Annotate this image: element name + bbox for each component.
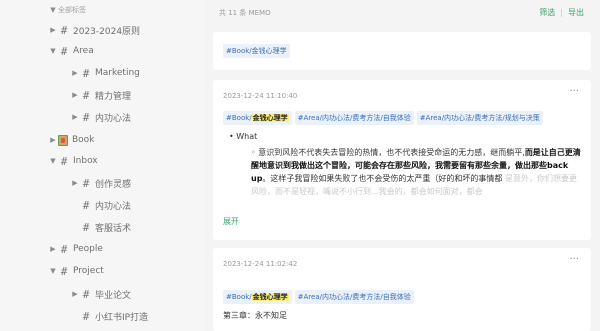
chevron-right-icon[interactable]: ▶ <box>70 69 80 77</box>
memo-timestamp: 2023-12-24 11:10:40 <box>223 92 298 100</box>
sidebar-item-book[interactable]: ▶ Book <box>48 130 94 150</box>
hash-icon: # <box>60 264 68 278</box>
memo-header: 共 11 条 MEMO 筛选 | 导出 <box>205 0 600 28</box>
memo-tags: #Book/金钱心理学 #Area/内功心法/费考方法/自我体验 <box>223 290 417 304</box>
more-options-icon[interactable]: ··· <box>569 86 579 97</box>
sidebar-item-xiaohongshu[interactable]: # 小红书IP打造 <box>80 306 148 326</box>
hash-icon: # <box>82 110 90 124</box>
sidebar-item-energy[interactable]: ▶ # 精力管理 <box>70 85 131 105</box>
memo-tag[interactable]: #Book/金钱心理学 <box>223 290 292 304</box>
memo-tag[interactable]: #Area/内功心法/费考方法/自我体验 <box>294 111 414 125</box>
memo-tag[interactable]: #Book/金钱心理学 <box>223 111 292 125</box>
memo-tags: #Book/金钱心理学 #Area/内功心法/费考方法/自我体验 #Area/内… <box>223 111 546 125</box>
memo-card: 2023-12-24 11:10:40 ··· #Book/金钱心理学 #Are… <box>213 80 591 240</box>
chevron-down-icon[interactable]: ▼ <box>48 47 58 55</box>
sidebar-item-marketing[interactable]: ▶ # Marketing <box>70 63 140 83</box>
chevron-right-icon[interactable]: ▶ <box>70 113 80 121</box>
hash-icon: # <box>60 242 68 256</box>
chevron-down-icon[interactable]: ▼ <box>48 157 58 165</box>
hash-icon: # <box>82 309 90 323</box>
memo-chapter-text: 第三章：永不知足 <box>223 311 287 320</box>
chevron-right-icon[interactable]: ▶ <box>70 290 80 298</box>
hash-icon: # <box>60 23 68 37</box>
hash-icon: # <box>82 66 90 80</box>
sidebar-item-project[interactable]: ▼ # Project <box>48 261 104 281</box>
memo-tag[interactable]: #Area/内功心法/费考方法/自我体验 <box>294 290 414 304</box>
chevron-right-icon[interactable]: ▶ <box>70 179 80 187</box>
filter-button[interactable]: 筛选 <box>539 7 555 18</box>
sidebar-item-2023-2024[interactable]: ▶ # 2023-2024原则 <box>48 20 140 40</box>
hash-icon: # <box>82 88 90 102</box>
memo-tag[interactable]: #Area/内功心法/费考方法/规划与决策 <box>416 111 543 125</box>
chevron-down-icon[interactable]: ▼ <box>48 267 58 275</box>
sidebar-item-neigong[interactable]: ▶ # 内功心法 <box>70 107 131 127</box>
chevron-right-icon[interactable]: ▶ <box>48 136 58 144</box>
sidebar-item-inbox[interactable]: ▼ # Inbox <box>48 151 97 171</box>
export-button[interactable]: 导出 <box>568 7 584 18</box>
hash-icon: # <box>82 287 90 301</box>
hash-icon: # <box>82 176 90 190</box>
header-actions: 筛选 | 导出 <box>539 7 584 18</box>
bullet-what: • What <box>229 132 258 141</box>
sidebar-item-inspiration[interactable]: ▶ # 创作灵感 <box>70 173 131 193</box>
sidebar-item-area[interactable]: ▼ # Area <box>48 41 93 61</box>
hash-icon: # <box>82 220 90 234</box>
sidebar-top-label[interactable]: ▼ 全部标签 <box>48 0 86 20</box>
sidebar-item-people[interactable]: ▶ # People <box>48 239 103 259</box>
sidebar-item-inbox-neigong[interactable]: # 内功心法 <box>80 195 131 215</box>
memo-main-panel: 共 11 条 MEMO 筛选 | 导出 #Book/金钱心理学 2023-12-… <box>205 0 600 331</box>
chevron-down-icon[interactable]: ▼ <box>48 6 58 14</box>
divider: | <box>560 8 563 17</box>
hash-icon: # <box>60 44 68 58</box>
active-filter-card: #Book/金钱心理学 <box>213 32 591 70</box>
chevron-right-icon[interactable]: ▶ <box>70 91 80 99</box>
memo-count: 共 11 条 MEMO <box>219 9 271 17</box>
hash-icon: # <box>82 198 90 212</box>
chevron-right-icon[interactable]: ▶ <box>48 26 58 34</box>
tag-sidebar: ▼ 全部标签 ▶ # 2023-2024原则 ▼ # Area ▶ # Mark… <box>0 0 205 331</box>
active-filter-tag[interactable]: #Book/金钱心理学 <box>223 44 290 58</box>
hash-icon: # <box>60 154 68 168</box>
more-options-icon[interactable]: ··· <box>569 254 579 265</box>
memo-card: 2023-12-24 11:02:42 ··· #Book/金钱心理学 #Are… <box>213 248 591 331</box>
chevron-right-icon[interactable]: ▶ <box>48 245 58 253</box>
sidebar-item-service-scripts[interactable]: # 客服话术 <box>80 217 131 237</box>
memo-timestamp: 2023-12-24 11:02:42 <box>223 260 298 268</box>
expand-button[interactable]: 展开 <box>223 216 239 227</box>
sidebar-item-thesis[interactable]: ▶ # 毕业论文 <box>70 284 131 304</box>
memo-body: ◦ 意识到风险不代表失去冒险的热情，也不代表接受命运的无力感，继而躺平,而是让自… <box>251 148 581 196</box>
book-emoji-icon <box>58 134 68 146</box>
